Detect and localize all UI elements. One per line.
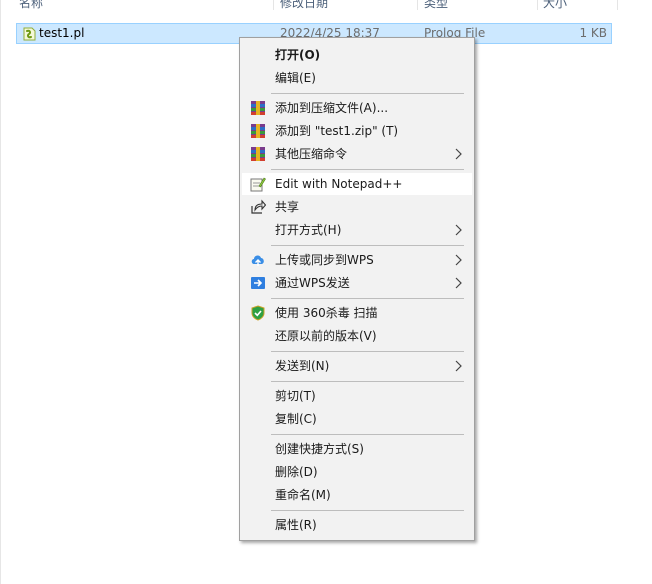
menu-item-notepadpp[interactable]: Edit with Notepad++: [242, 173, 472, 195]
prolog-file-icon: [21, 26, 37, 42]
menu-item-label: 编辑(E): [275, 71, 316, 85]
menu-item-label: 添加到 "test1.zip" (T): [275, 124, 399, 138]
menu-item-wps-upload[interactable]: 上传或同步到WPS: [242, 249, 472, 271]
file-name[interactable]: test1.pl: [39, 24, 84, 43]
column-header-size[interactable]: 大小: [543, 0, 567, 14]
file-size: 1 KB: [579, 26, 607, 40]
chevron-right-icon: [453, 224, 465, 236]
menu-item-label: 剪切(T): [275, 389, 316, 403]
menu-item-copy[interactable]: 复制(C): [242, 408, 472, 430]
column-divider[interactable]: [617, 0, 618, 10]
menu-separator: [271, 351, 464, 352]
menu-item-rename[interactable]: 重命名(M): [242, 484, 472, 506]
column-divider[interactable]: [273, 0, 274, 10]
menu-item-label: 添加到压缩文件(A)...: [275, 101, 389, 115]
notepadpp-icon: [250, 176, 266, 192]
menu-item-add-zip[interactable]: 添加到 "test1.zip" (T): [242, 120, 472, 142]
context-menu: 打开(O) 编辑(E) 添加到压缩文件(A)... 添加到 "test1.zip…: [239, 37, 475, 541]
menu-item-edit[interactable]: 编辑(E): [242, 67, 472, 89]
menu-separator: [271, 298, 464, 299]
menu-item-label: 打开方式(H): [275, 223, 342, 237]
menu-item-label: 属性(R): [275, 518, 317, 532]
cloud-upload-icon: [250, 252, 266, 268]
menu-item-wps-send[interactable]: 通过WPS发送: [242, 272, 472, 294]
menu-separator: [271, 93, 464, 94]
window-left-edge: [0, 0, 1, 584]
menu-item-other-compress[interactable]: 其他压缩命令: [242, 143, 472, 165]
chevron-right-icon: [453, 148, 465, 160]
column-header-type[interactable]: 类型: [424, 0, 448, 14]
menu-separator: [271, 434, 464, 435]
column-divider[interactable]: [417, 0, 418, 10]
menu-item-label: 发送到(N): [275, 359, 330, 373]
chevron-right-icon: [453, 360, 465, 372]
menu-item-label: 创建快捷方式(S): [275, 442, 364, 456]
chevron-right-icon: [453, 254, 465, 266]
column-divider[interactable]: [537, 0, 538, 10]
menu-item-label: 共享: [275, 200, 300, 214]
menu-item-properties[interactable]: 属性(R): [242, 514, 472, 536]
menu-item-label: 通过WPS发送: [275, 276, 350, 290]
menu-item-restore-versions[interactable]: 还原以前的版本(V): [242, 325, 472, 347]
chevron-right-icon: [453, 277, 465, 289]
menu-item-open-with[interactable]: 打开方式(H): [242, 219, 472, 241]
menu-item-share[interactable]: 共享: [242, 196, 472, 218]
column-header-date[interactable]: 修改日期: [280, 0, 328, 14]
column-header-name[interactable]: 名称: [19, 0, 43, 14]
menu-item-360-scan[interactable]: 使用 360杀毒 扫描: [242, 302, 472, 324]
menu-item-label: 复制(C): [275, 412, 317, 426]
menu-item-label: 打开(O): [275, 48, 321, 62]
menu-item-label: 重命名(M): [275, 488, 331, 502]
menu-item-delete[interactable]: 删除(D): [242, 461, 472, 483]
menu-item-label: 其他压缩命令: [275, 147, 348, 161]
winrar-icon: [250, 146, 266, 162]
share-icon: [250, 199, 267, 215]
menu-separator: [271, 381, 464, 382]
winrar-icon: [250, 100, 266, 116]
shield-icon: [250, 305, 266, 321]
menu-item-open[interactable]: 打开(O): [242, 44, 472, 66]
menu-item-label: Edit with Notepad++: [275, 177, 403, 191]
menu-item-label: 上传或同步到WPS: [275, 253, 374, 267]
menu-separator: [271, 245, 464, 246]
menu-item-label: 还原以前的版本(V): [275, 329, 377, 343]
menu-separator: [271, 169, 464, 170]
menu-item-add-archive[interactable]: 添加到压缩文件(A)...: [242, 97, 472, 119]
menu-item-create-shortcut[interactable]: 创建快捷方式(S): [242, 438, 472, 460]
winrar-icon: [250, 123, 266, 139]
menu-item-cut[interactable]: 剪切(T): [242, 385, 472, 407]
menu-item-label: 使用 360杀毒 扫描: [275, 306, 378, 320]
column-header-bar: 名称 修改日期 类型 大小: [0, 0, 652, 14]
menu-item-send-to[interactable]: 发送到(N): [242, 355, 472, 377]
menu-separator: [271, 510, 464, 511]
wps-send-icon: [250, 275, 266, 291]
menu-item-label: 删除(D): [275, 465, 318, 479]
